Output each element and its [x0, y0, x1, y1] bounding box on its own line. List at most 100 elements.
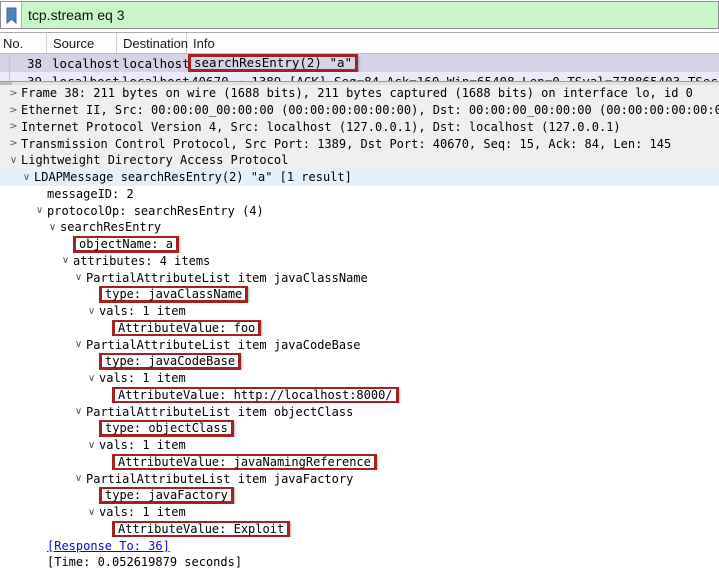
detail-tree-row[interactable]: ∨vals: 1 item — [0, 303, 719, 320]
detail-tree-row[interactable]: ∨vals: 1 item — [0, 437, 719, 454]
annotation-box: AttributeValue: Exploit — [112, 521, 290, 538]
display-filter-input[interactable]: tcp.stream eq 3 — [22, 2, 718, 28]
detail-tree-row[interactable]: ∨LDAPMessage searchResEntry(2) "a" [1 re… — [0, 169, 719, 186]
detail-text: LDAPMessage searchResEntry(2) "a" [1 res… — [34, 169, 352, 185]
chevron-down-icon[interactable]: ∨ — [45, 222, 60, 233]
detail-text: PartialAttributeList item javaFactory — [86, 471, 353, 487]
detail-tree-row[interactable]: ∨PartialAttributeList item javaClassName — [0, 269, 719, 286]
detail-text: vals: 1 item — [99, 504, 186, 520]
detail-tree-row[interactable]: AttributeValue: Exploit — [0, 521, 719, 538]
chevron-right-icon[interactable]: > — [6, 105, 21, 116]
detail-text: messageID: 2 — [47, 186, 134, 202]
packet-list: No. Source Destination Info 38localhostl… — [0, 32, 719, 81]
pane-divider[interactable] — [0, 81, 719, 85]
detail-text: vals: 1 item — [99, 303, 186, 319]
detail-tree-row[interactable]: ∨vals: 1 item — [0, 370, 719, 387]
detail-text: Ethernet II, Src: 00:00:00_00:00:00 (00:… — [21, 102, 719, 118]
chevron-down-icon[interactable]: ∨ — [71, 272, 86, 283]
packet-destination: localhost — [116, 72, 186, 81]
packet-destination: localhost — [116, 56, 186, 71]
detail-tree-row[interactable]: ∨attributes: 4 items — [0, 253, 719, 270]
detail-tree-row[interactable]: [Response To: 36] — [0, 537, 719, 554]
chevron-down-icon[interactable]: ∨ — [71, 406, 86, 417]
chevron-down-icon[interactable]: ∨ — [32, 205, 47, 216]
column-header-destination[interactable]: Destination — [117, 33, 187, 53]
detail-text: PartialAttributeList item objectClass — [86, 404, 353, 420]
detail-text: Frame 38: 211 bytes on wire (1688 bits),… — [21, 85, 693, 101]
chevron-down-icon[interactable]: ∨ — [6, 155, 21, 166]
annotation-box: AttributeValue: foo — [112, 320, 261, 337]
chevron-down-icon[interactable]: ∨ — [84, 507, 99, 518]
detail-tree-row[interactable]: >Transmission Control Protocol, Src Port… — [0, 135, 719, 152]
packet-source: localhost — [46, 72, 116, 81]
detail-tree-row[interactable]: [Time: 0.052619879 seconds] — [0, 554, 719, 569]
related-packet-indicator — [0, 54, 10, 72]
chevron-right-icon[interactable]: > — [6, 121, 21, 132]
chevron-down-icon[interactable]: ∨ — [71, 473, 86, 484]
annotation-box: type: javaFactory — [99, 487, 234, 504]
detail-text: attributes: 4 items — [73, 253, 210, 269]
detail-text: Lightweight Directory Access Protocol — [21, 152, 288, 168]
response-link[interactable]: [Response To: 36] — [47, 538, 170, 554]
detail-text: vals: 1 item — [99, 370, 186, 386]
chevron-down-icon[interactable]: ∨ — [71, 339, 86, 350]
detail-tree-row[interactable]: type: objectClass — [0, 420, 719, 437]
packet-row[interactable]: 38localhostlocalhostsearchResEntry(2) "a… — [0, 54, 719, 72]
annotation-box: type: javaClassName — [99, 286, 248, 303]
detail-tree-row[interactable]: messageID: 2 — [0, 186, 719, 203]
detail-tree-row[interactable]: AttributeValue: http://localhost:8000/ — [0, 387, 719, 404]
chevron-right-icon[interactable]: > — [6, 138, 21, 149]
packet-row[interactable]: 39localhostlocalhost40670 → 1389 [ACK] S… — [0, 72, 719, 81]
detail-tree-row[interactable]: objectName: a — [0, 236, 719, 253]
packet-source: localhost — [46, 56, 116, 71]
annotation-box: AttributeValue: http://localhost:8000/ — [112, 387, 399, 404]
annotation-box: AttributeValue: javaNamingReference — [112, 454, 377, 471]
detail-tree-row[interactable]: ∨searchResEntry — [0, 219, 719, 236]
chevron-down-icon[interactable]: ∨ — [84, 373, 99, 384]
detail-tree-row[interactable]: AttributeValue: foo — [0, 320, 719, 337]
packet-number: 39 — [10, 72, 46, 81]
wireshark-window: tcp.stream eq 3 No. Source Destination I… — [0, 1, 719, 569]
detail-tree-row[interactable]: ∨protocolOp: searchResEntry (4) — [0, 202, 719, 219]
packet-rows: 38localhostlocalhostsearchResEntry(2) "a… — [0, 54, 719, 81]
packet-info-text: 40670 → 1389 [ACK] Seq=84 Ack=160 Win=65… — [191, 74, 719, 81]
column-header-source[interactable]: Source — [47, 33, 117, 53]
annotation-box: objectName: a — [73, 236, 179, 253]
detail-text: vals: 1 item — [99, 437, 186, 453]
detail-tree-row[interactable]: type: javaClassName — [0, 286, 719, 303]
detail-tree-row[interactable]: ∨PartialAttributeList item javaCodeBase — [0, 336, 719, 353]
chevron-down-icon[interactable]: ∨ — [84, 306, 99, 317]
detail-tree-row[interactable]: >Frame 38: 211 bytes on wire (1688 bits)… — [0, 85, 719, 102]
column-header-info[interactable]: Info — [187, 33, 719, 53]
chevron-down-icon[interactable]: ∨ — [84, 440, 99, 451]
detail-tree-row[interactable]: AttributeValue: javaNamingReference — [0, 454, 719, 471]
chevron-down-icon[interactable]: ∨ — [19, 172, 34, 183]
detail-tree-row[interactable]: ∨PartialAttributeList item javaFactory — [0, 470, 719, 487]
packet-number: 38 — [10, 56, 46, 71]
chevron-down-icon[interactable]: ∨ — [58, 255, 73, 266]
bookmark-icon — [5, 7, 18, 24]
column-header-no[interactable]: No. — [0, 33, 47, 53]
detail-tree-row[interactable]: >Internet Protocol Version 4, Src: local… — [0, 119, 719, 136]
detail-text: Internet Protocol Version 4, Src: localh… — [21, 119, 621, 135]
detail-tree-row[interactable]: type: javaCodeBase — [0, 353, 719, 370]
detail-tree-row[interactable]: >Ethernet II, Src: 00:00:00_00:00:00 (00… — [0, 102, 719, 119]
annotation-box: type: javaCodeBase — [99, 353, 241, 370]
detail-text: protocolOp: searchResEntry (4) — [47, 203, 264, 219]
annotation-box: searchResEntry(2) "a" — [188, 54, 358, 72]
detail-text: Transmission Control Protocol, Src Port:… — [21, 136, 671, 152]
packet-details-pane: >Frame 38: 211 bytes on wire (1688 bits)… — [0, 85, 719, 569]
detail-text: PartialAttributeList item javaCodeBase — [86, 337, 361, 353]
annotation-box: type: objectClass — [99, 420, 234, 437]
packet-info: 40670 → 1389 [ACK] Seq=84 Ack=160 Win=65… — [186, 72, 719, 81]
filter-bookmark-button[interactable] — [1, 2, 22, 28]
detail-tree-row[interactable]: type: javaFactory — [0, 487, 719, 504]
detail-tree-row[interactable]: ∨PartialAttributeList item objectClass — [0, 403, 719, 420]
detail-tree-row[interactable]: ∨vals: 1 item — [0, 504, 719, 521]
detail-text: PartialAttributeList item javaClassName — [86, 270, 368, 286]
display-filter-bar: tcp.stream eq 3 — [0, 1, 719, 29]
packet-info: searchResEntry(2) "a" — [186, 54, 719, 72]
detail-tree-row[interactable]: ∨Lightweight Directory Access Protocol — [0, 152, 719, 169]
packet-list-header: No. Source Destination Info — [0, 33, 719, 54]
chevron-right-icon[interactable]: > — [6, 88, 21, 99]
